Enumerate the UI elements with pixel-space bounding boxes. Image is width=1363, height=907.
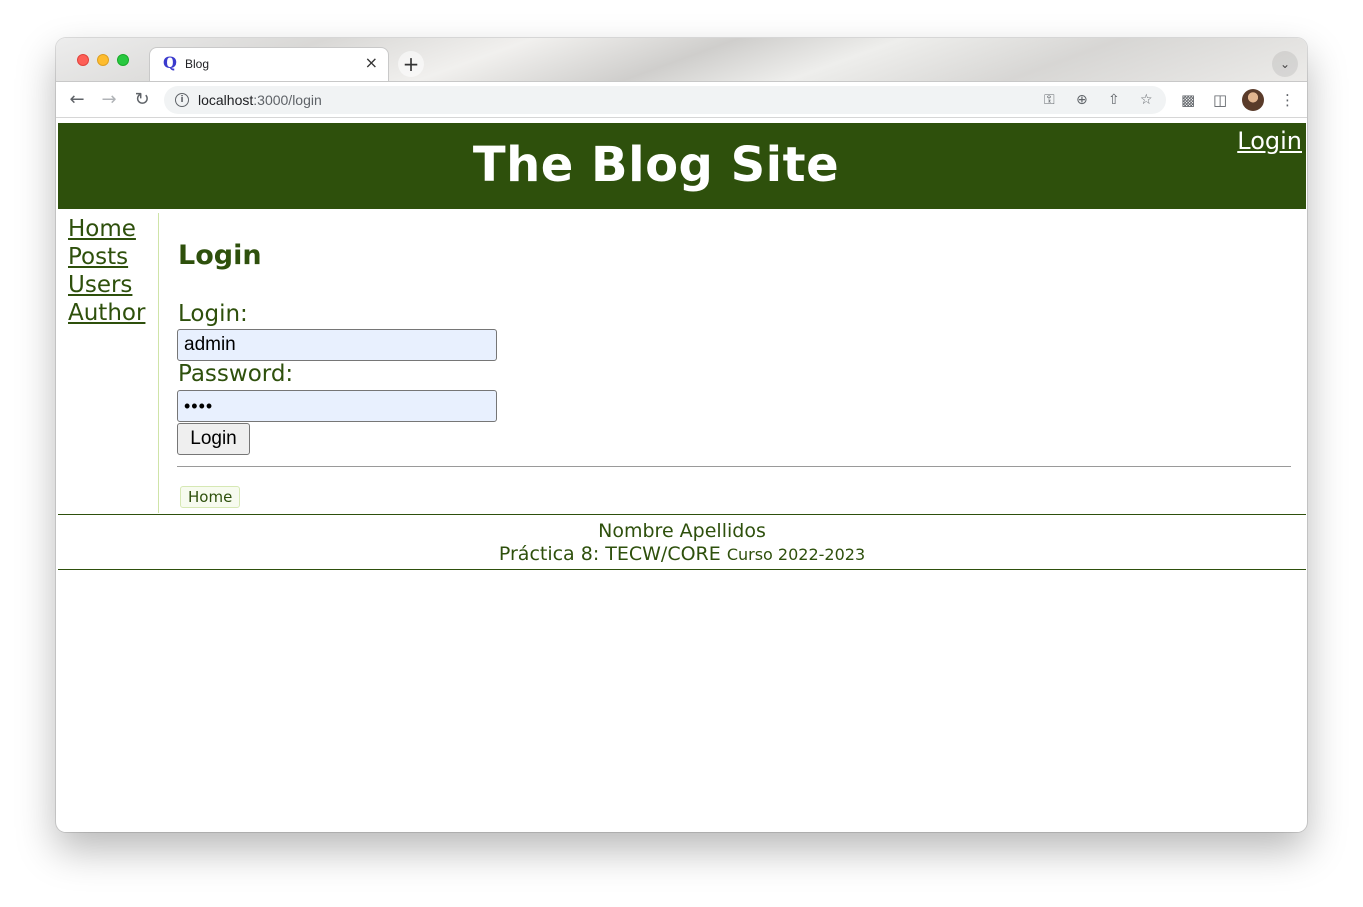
- site-header: The Blog Site Login: [58, 123, 1306, 209]
- forward-arrow-icon[interactable]: →: [98, 89, 120, 111]
- site-footer: Nombre Apellidos Práctica 8: TECW/CORE C…: [58, 514, 1306, 570]
- browser-window: Q Blog × + ⌄ ← → ↻ i localhost:3000/logi…: [56, 38, 1307, 832]
- web-page: The Blog Site Login Home Posts Users Aut…: [58, 123, 1306, 832]
- site-info-icon[interactable]: i: [175, 93, 189, 107]
- footer-course: Curso 2022-2023: [726, 545, 866, 564]
- sidebar-item-posts[interactable]: Posts: [68, 243, 128, 271]
- password-input[interactable]: ••••: [177, 390, 497, 422]
- minimize-window-button[interactable]: [97, 54, 109, 66]
- sidebar-item-author[interactable]: Author: [68, 299, 145, 327]
- puzzle-icon[interactable]: ▩: [1181, 90, 1195, 110]
- back-arrow-icon[interactable]: ←: [66, 89, 88, 111]
- sidebar-nav: Home Posts Users Author: [58, 213, 159, 513]
- password-label: Password:: [178, 361, 294, 387]
- header-login-link[interactable]: Login: [1237, 126, 1302, 156]
- new-tab-button[interactable]: +: [398, 51, 424, 77]
- page-title: Login: [178, 240, 262, 271]
- zoom-icon[interactable]: ⊕: [1076, 91, 1088, 109]
- site-title: The Blog Site: [472, 137, 840, 193]
- divider: [177, 466, 1291, 467]
- footer-practice-line: Práctica 8: TECW/CORE Curso 2022-2023: [58, 542, 1306, 567]
- login-input[interactable]: admin: [177, 329, 497, 361]
- title-bar: Q Blog × + ⌄: [56, 38, 1307, 81]
- sidebar-item-home[interactable]: Home: [68, 215, 136, 243]
- avatar[interactable]: [1242, 89, 1264, 111]
- favicon-icon: Q: [163, 53, 177, 72]
- browser-toolbar: ← → ↻ i localhost:3000/login ⚿ ⊕ ⇧ ☆ ▩ ◫…: [56, 81, 1307, 118]
- url-path: :3000/login: [253, 92, 322, 108]
- zoom-window-button[interactable]: [117, 54, 129, 66]
- login-submit-button[interactable]: Login: [177, 423, 250, 455]
- tab-title: Blog: [185, 57, 210, 71]
- kebab-menu-icon[interactable]: ⋮: [1280, 90, 1295, 110]
- close-tab-icon[interactable]: ×: [365, 55, 378, 71]
- tab-search-icon[interactable]: ⌄: [1272, 51, 1298, 77]
- address-bar[interactable]: i localhost:3000/login ⚿ ⊕ ⇧ ☆: [164, 86, 1166, 114]
- sidebar-item-users[interactable]: Users: [68, 271, 132, 299]
- password-key-icon[interactable]: ⚿: [1044, 91, 1055, 109]
- login-label: Login:: [178, 301, 248, 327]
- side-panel-icon[interactable]: ◫: [1213, 90, 1227, 110]
- reload-icon[interactable]: ↻: [131, 89, 153, 111]
- browser-tab[interactable]: Q Blog ×: [149, 47, 389, 81]
- url-text[interactable]: localhost:3000/login: [198, 92, 322, 108]
- close-window-button[interactable]: [77, 54, 89, 66]
- footer-practice: Práctica 8: TECW/CORE: [498, 543, 721, 565]
- bookmark-star-icon[interactable]: ☆: [1140, 91, 1153, 109]
- footer-author-name: Nombre Apellidos: [598, 520, 766, 542]
- url-host: localhost: [198, 92, 254, 108]
- share-icon[interactable]: ⇧: [1108, 91, 1120, 109]
- breadcrumb-home-button[interactable]: Home: [180, 486, 241, 508]
